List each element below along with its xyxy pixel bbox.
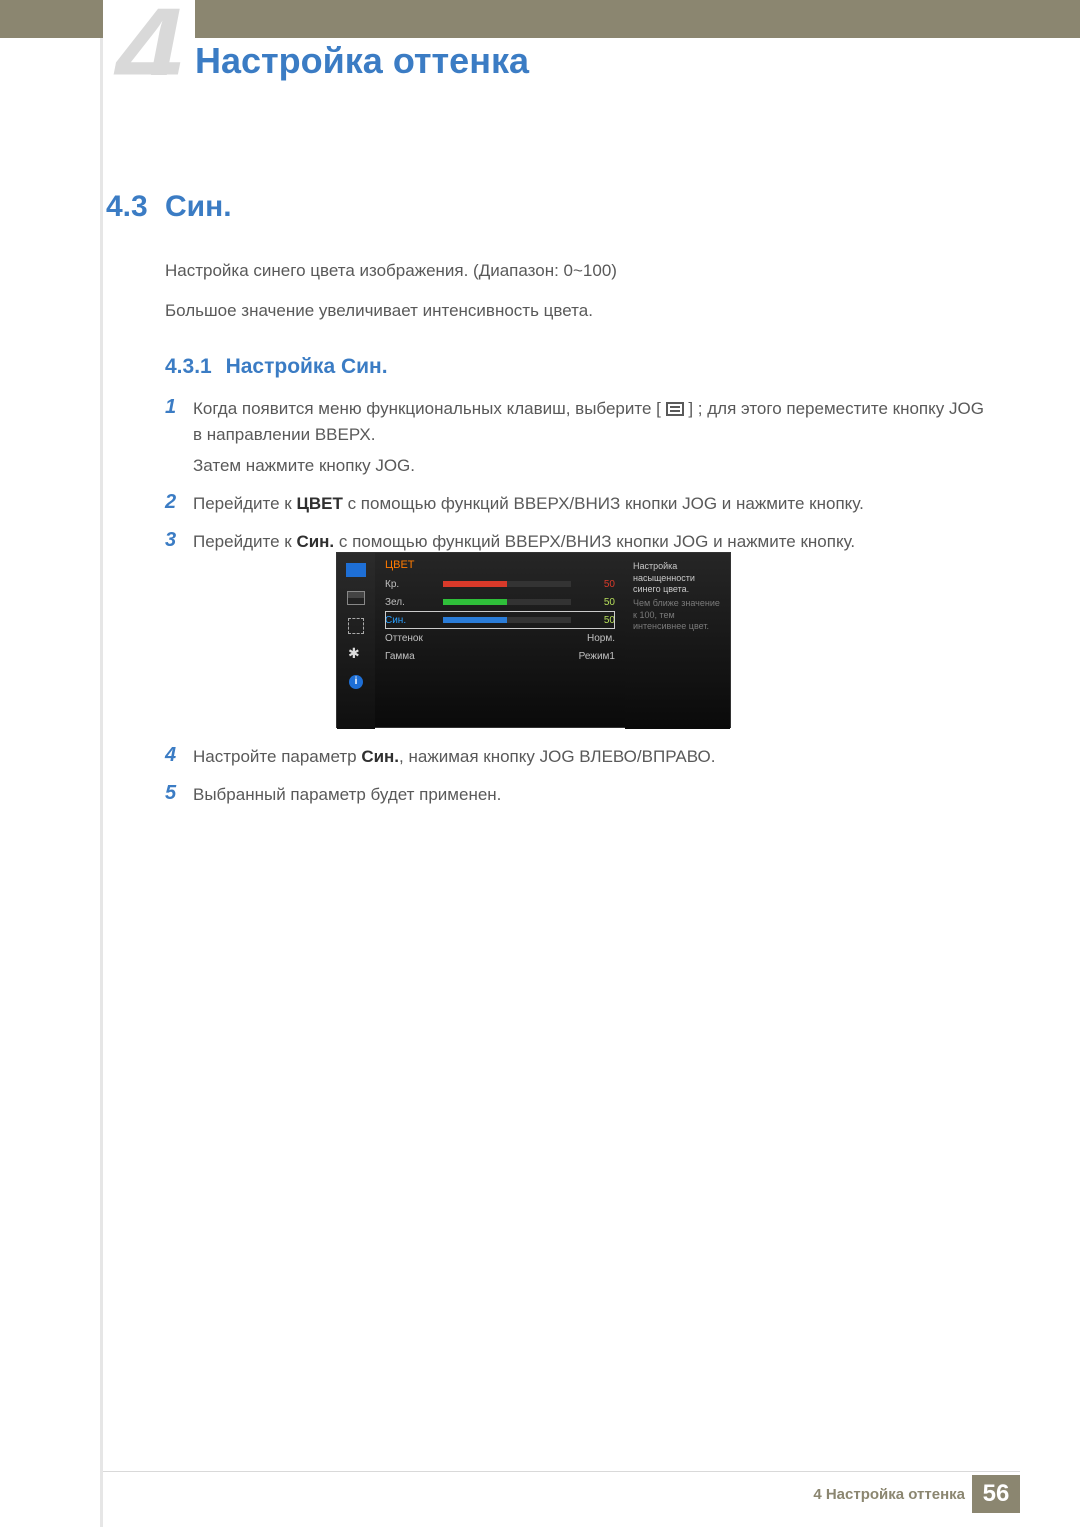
step-text: , нажимая кнопку JOG ВЛЕВО/ВПРАВО. bbox=[399, 747, 715, 766]
osd-value: Норм. bbox=[443, 633, 615, 644]
steps-list-top: 1 Когда появится меню функциональных кла… bbox=[165, 396, 995, 568]
left-rule bbox=[100, 0, 103, 1527]
section-number: 4.3 bbox=[106, 190, 148, 224]
section-title: Син. bbox=[165, 190, 232, 224]
menu-icon bbox=[666, 402, 684, 416]
osd-slider-green bbox=[443, 599, 571, 605]
step-number: 5 bbox=[165, 782, 193, 804]
osd-label: Зел. bbox=[385, 597, 435, 608]
step-bold: Син. bbox=[296, 532, 334, 551]
step-text: Выбранный параметр будет применен. bbox=[193, 782, 995, 808]
osd-screenshot: ✱ i ЦВЕТ Кр. 50 Зел. 50 Син. 50 Оттенок bbox=[336, 552, 731, 728]
intro-paragraph-2: Большое значение увеличивает интенсивнос… bbox=[165, 300, 995, 322]
step-bold: Син. bbox=[361, 747, 399, 766]
step-number: 4 bbox=[165, 744, 193, 766]
step-body: Перейдите к ЦВЕТ с помощью функций ВВЕРХ… bbox=[193, 491, 995, 521]
osd-value: Режим1 bbox=[443, 651, 615, 662]
osd-value: 50 bbox=[579, 615, 615, 626]
osd-label: Оттенок bbox=[385, 633, 435, 644]
osd-title: ЦВЕТ bbox=[385, 559, 615, 571]
info-icon: i bbox=[346, 673, 366, 691]
step-text: Настройте параметр bbox=[193, 747, 361, 766]
step-number: 2 bbox=[165, 491, 193, 513]
osd-slider-red bbox=[443, 581, 571, 587]
chapter-title: Настройка оттенка bbox=[195, 40, 529, 82]
osd-help-dim: Чем ближе значение к 100, тем интенсивне… bbox=[633, 598, 720, 631]
picture-icon bbox=[346, 589, 366, 607]
osd-label: Син. bbox=[385, 615, 435, 626]
subsection-heading: 4.3.1 Настройка Син. bbox=[165, 355, 388, 379]
monitor-icon bbox=[346, 561, 366, 579]
osd-value: 50 bbox=[579, 579, 615, 590]
step-text: с помощью функций ВВЕРХ/ВНИЗ кнопки JOG … bbox=[343, 494, 864, 513]
step-4: 4 Настройте параметр Син., нажимая кнопк… bbox=[165, 744, 995, 774]
step-text: Перейдите к bbox=[193, 532, 296, 551]
header-tab bbox=[103, 0, 195, 38]
footer-rule bbox=[103, 1471, 1020, 1472]
page-number-badge: 56 bbox=[972, 1475, 1020, 1513]
osd-label: Гамма bbox=[385, 651, 435, 662]
osd-row-green: Зел. 50 bbox=[385, 593, 615, 611]
gear-icon: ✱ bbox=[346, 645, 366, 663]
osd-help-line: Чем ближе значение к 100, тем интенсивне… bbox=[633, 598, 722, 633]
step-text: Затем нажмите кнопку JOG. bbox=[193, 453, 995, 479]
subsection-title: Настройка Син. bbox=[226, 355, 388, 378]
step-number: 3 bbox=[165, 529, 193, 551]
osd-sidebar: ✱ i bbox=[337, 553, 375, 729]
osd-row-blue-selected: Син. 50 bbox=[385, 611, 615, 629]
footer-chapter-label: 4 Настройка оттенка bbox=[813, 1486, 965, 1503]
osd-main: ЦВЕТ Кр. 50 Зел. 50 Син. 50 Оттенок Норм… bbox=[375, 553, 625, 727]
steps-list-bottom: 4 Настройте параметр Син., нажимая кнопк… bbox=[165, 744, 995, 821]
intro-paragraph-1: Настройка синего цвета изображения. (Диа… bbox=[165, 260, 995, 282]
step-text: Перейдите к bbox=[193, 494, 296, 513]
step-1: 1 Когда появится меню функциональных кла… bbox=[165, 396, 995, 483]
osd-row-red: Кр. 50 bbox=[385, 575, 615, 593]
osd-value: 50 bbox=[579, 597, 615, 608]
step-body: Выбранный параметр будет применен. bbox=[193, 782, 995, 812]
osd-row-tint: Оттенок Норм. bbox=[385, 629, 615, 647]
osd-row-gamma: Гамма Режим1 bbox=[385, 647, 615, 665]
osd-label: Кр. bbox=[385, 579, 435, 590]
step-text: с помощью функций ВВЕРХ/ВНИЗ кнопки JOG … bbox=[334, 532, 855, 551]
osd-help-panel: Настройка насыщенности синего цвета. Чем… bbox=[625, 553, 730, 729]
step-text: Когда появится меню функциональных клави… bbox=[193, 399, 661, 418]
step-body: Настройте параметр Син., нажимая кнопку … bbox=[193, 744, 995, 774]
osd-help-line: Настройка насыщенности синего цвета. bbox=[633, 561, 722, 596]
osd-slider-blue bbox=[443, 617, 571, 623]
step-2: 2 Перейдите к ЦВЕТ с помощью функций ВВЕ… bbox=[165, 491, 995, 521]
resize-icon bbox=[346, 617, 366, 635]
step-body: Когда появится меню функциональных клави… bbox=[193, 396, 995, 483]
step-bold: ЦВЕТ bbox=[296, 494, 342, 513]
step-5: 5 Выбранный параметр будет применен. bbox=[165, 782, 995, 812]
subsection-number: 4.3.1 bbox=[165, 355, 212, 378]
page: 4 Настройка оттенка 4.3 Син. Настройка с… bbox=[0, 0, 1080, 1527]
step-number: 1 bbox=[165, 396, 193, 418]
